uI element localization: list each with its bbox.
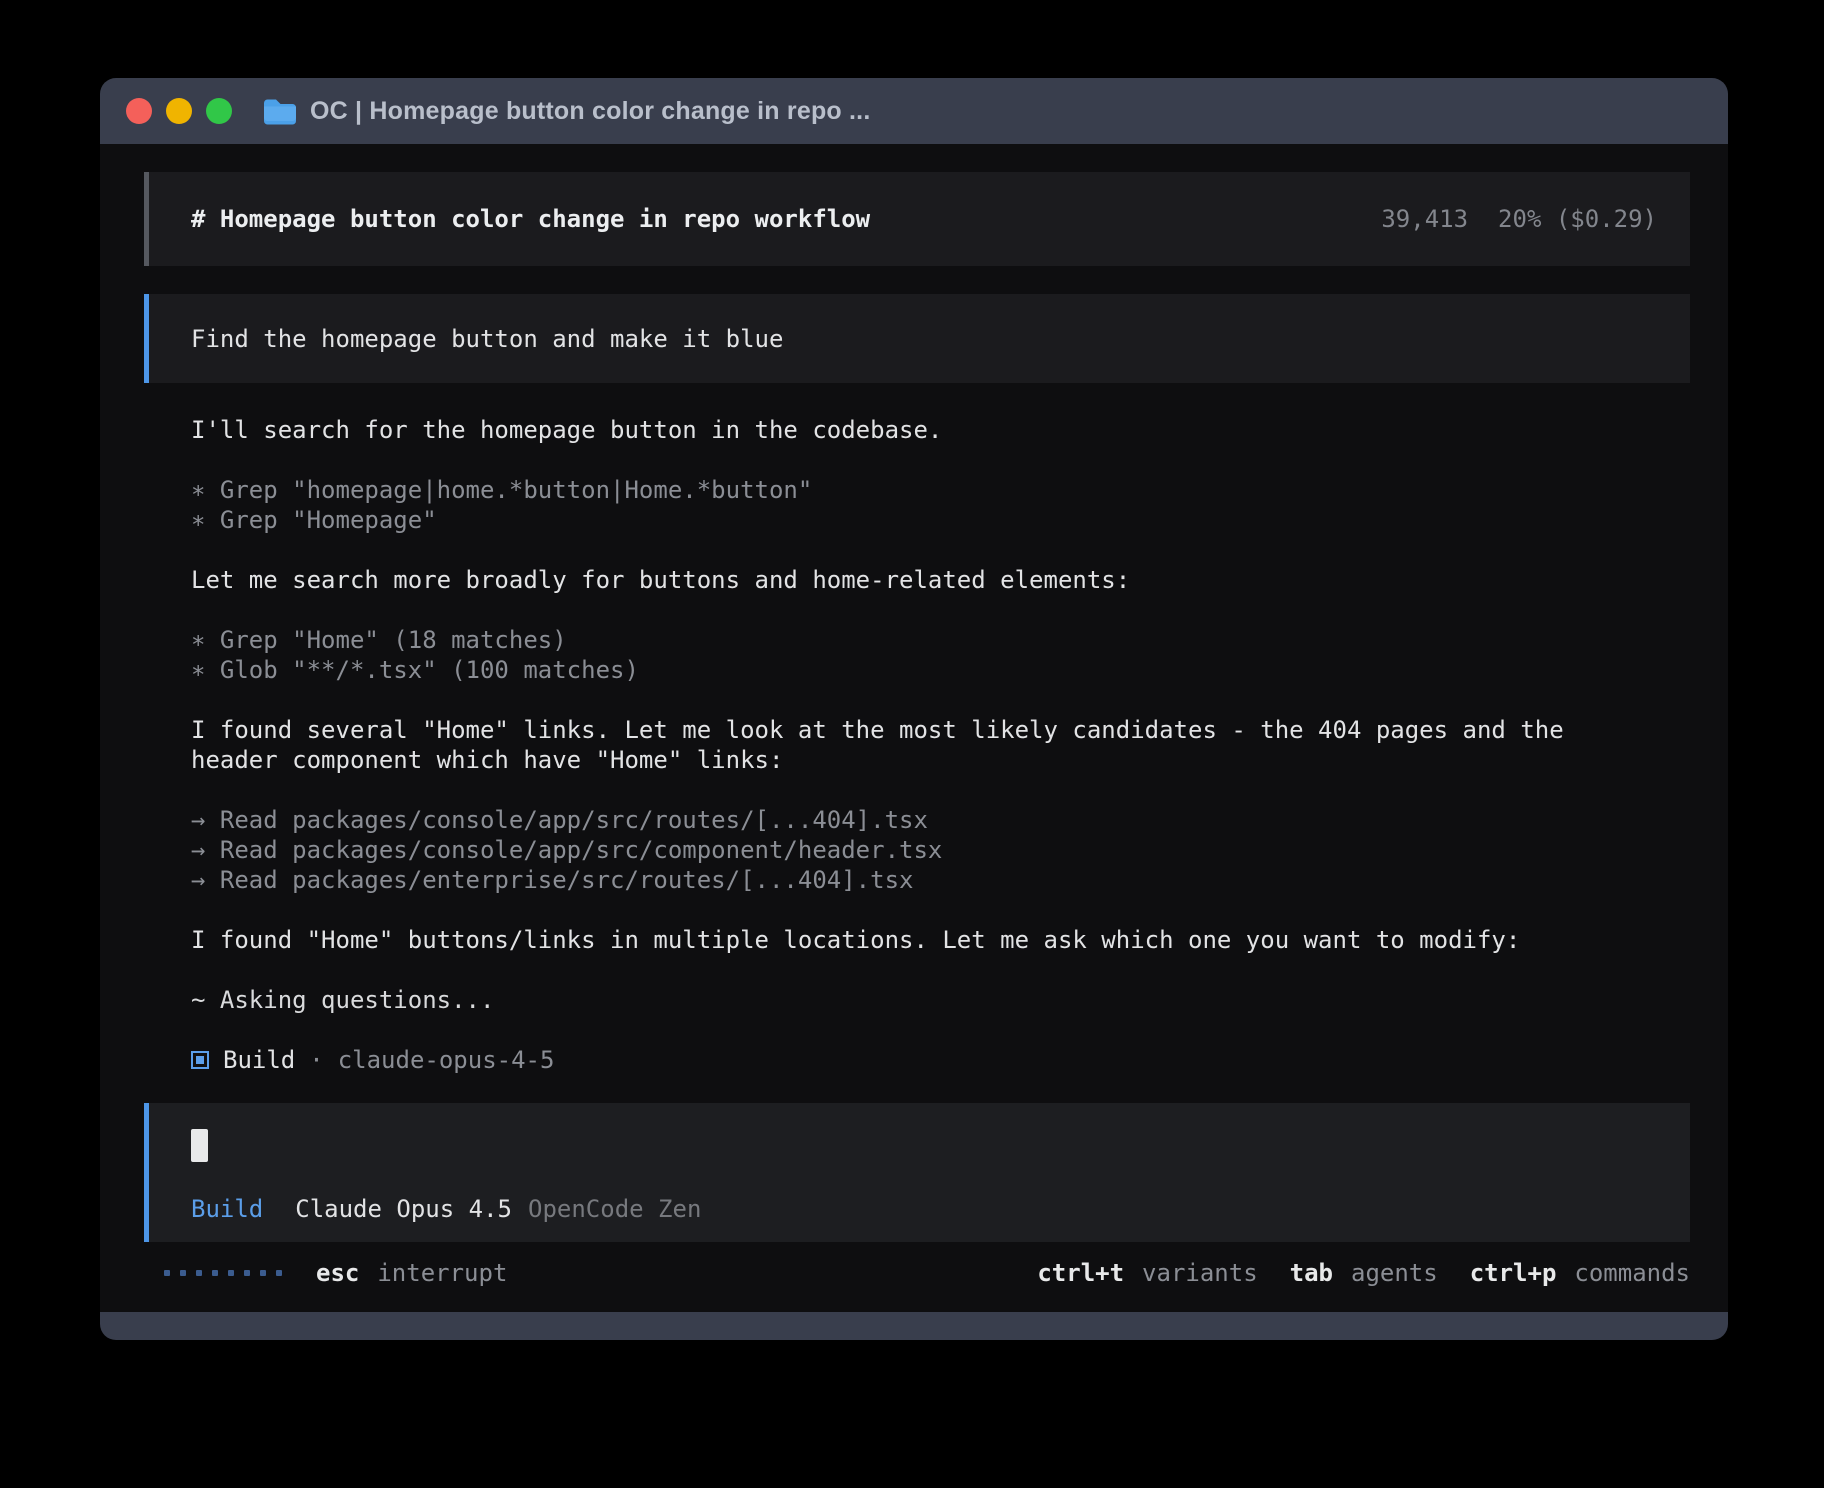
assistant-text-line: Let me search more broadly for buttons a… (191, 565, 1690, 595)
tool-call-grep: ∗ Grep "homepage|home.*button|Home.*butt… (191, 475, 1690, 505)
input-provider-name: OpenCode Zen (528, 1194, 701, 1224)
session-title: # Homepage button color change in repo w… (191, 204, 870, 234)
assistant-text-line: I'll search for the homepage button in t… (191, 415, 1690, 445)
esc-key-label: interrupt (377, 1258, 507, 1288)
context-cost: 20% ($0.29) (1498, 204, 1657, 234)
shortcut-agents: tab agents (1290, 1258, 1438, 1288)
folder-icon (262, 98, 296, 125)
terminal-window: OC | Homepage button color change in rep… (100, 78, 1728, 1340)
traffic-lights (126, 98, 232, 124)
assistant-text-line: I found "Home" buttons/links in multiple… (191, 925, 1690, 955)
assistant-text-line: I found several "Home" links. Let me loo… (191, 715, 1690, 745)
minimize-button[interactable] (166, 98, 192, 124)
prompt-input[interactable]: Build Claude Opus 4.5 OpenCode Zen (144, 1103, 1690, 1242)
shortcut-variants: ctrl+t variants (1037, 1258, 1257, 1288)
agent-model: claude-opus-4-5 (338, 1045, 555, 1075)
user-message-text: Find the homepage button and make it blu… (191, 324, 783, 354)
input-model-name[interactable]: Claude Opus 4.5 (295, 1194, 512, 1224)
text-cursor (191, 1129, 208, 1162)
window-titlebar: OC | Homepage button color change in rep… (100, 78, 1728, 144)
agent-name: Build (223, 1045, 295, 1075)
status-left: esc interrupt (164, 1258, 507, 1288)
esc-key-hint: esc (316, 1258, 359, 1288)
window-bottom-edge (100, 1312, 1728, 1340)
assistant-messages: I'll search for the homepage button in t… (144, 415, 1690, 1015)
zoom-button[interactable] (206, 98, 232, 124)
agent-badge: Build · claude-opus-4-5 (144, 1045, 1690, 1075)
tool-call-read: → Read packages/console/app/src/routes/[… (191, 805, 1690, 835)
input-agent-mode[interactable]: Build (191, 1194, 263, 1224)
desktop: OC | Homepage button color change in rep… (0, 0, 1824, 1488)
spinner-dots (164, 1270, 282, 1276)
status-right: ctrl+t variants tab agents ctrl+p comman… (1037, 1258, 1690, 1288)
shortcut-commands: ctrl+p commands (1470, 1258, 1690, 1288)
tool-call-grep: ∗ Grep "Homepage" (191, 505, 1690, 535)
window-title: OC | Homepage button color change in rep… (310, 97, 870, 126)
tool-call-read: → Read packages/console/app/src/componen… (191, 835, 1690, 865)
user-message: Find the homepage button and make it blu… (144, 294, 1690, 383)
assistant-text-line: header component which have "Home" links… (191, 745, 1690, 775)
terminal-content: # Homepage button color change in repo w… (100, 144, 1728, 1312)
tool-call-grep: ∗ Grep "Home" (18 matches) (191, 625, 1690, 655)
tool-call-glob: ∗ Glob "**/*.tsx" (100 matches) (191, 655, 1690, 685)
tool-call-read: → Read packages/enterprise/src/routes/[.… (191, 865, 1690, 895)
separator-dot: · (309, 1045, 323, 1075)
token-count: 39,413 (1381, 204, 1468, 234)
working-status: ~ Asking questions... (191, 985, 1690, 1015)
build-agent-icon (191, 1051, 209, 1069)
session-header: # Homepage button color change in repo w… (144, 172, 1690, 266)
close-button[interactable] (126, 98, 152, 124)
status-bar: esc interrupt ctrl+t variants tab agents (144, 1258, 1690, 1288)
session-stats: 39,413 20% ($0.29) (1381, 204, 1657, 234)
input-meta: Build Claude Opus 4.5 OpenCode Zen (191, 1194, 1648, 1224)
